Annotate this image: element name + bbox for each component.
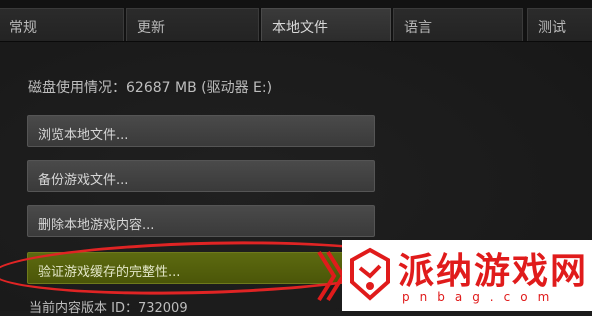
content-version-text: 当前内容版本 ID：732009 [29,301,188,316]
tab-local-files[interactable]: 本地文件 [261,8,391,41]
delete-local-content-button[interactable]: 删除本地游戏内容... [27,205,375,237]
verify-integrity-button[interactable]: 验证游戏缓存的完整性... [27,252,375,284]
backup-game-files-button[interactable]: 备份游戏文件... [27,160,375,192]
tab-language[interactable]: 语言 [393,8,523,41]
tab-general[interactable]: 常规 [0,8,124,41]
watermark-domain: pnbag.com [402,290,560,304]
disk-usage-text: 磁盘使用情况：62687 MB (驱动器 E:) [28,80,273,96]
browse-local-files-button[interactable]: 浏览本地文件... [27,115,375,147]
watermark-box: 派纳游戏网 pnbag.com [342,240,592,311]
tab-bar: 常规 更新 本地文件 语言 测试 [0,0,592,42]
tab-betas[interactable]: 测试 [527,8,592,41]
watermark-title: 派纳游戏网 [398,250,589,292]
tab-updates[interactable]: 更新 [126,8,259,41]
steam-properties-window: 常规 更新 本地文件 语言 测试 磁盘使用情况：62687 MB (驱动器 E:… [0,0,592,316]
